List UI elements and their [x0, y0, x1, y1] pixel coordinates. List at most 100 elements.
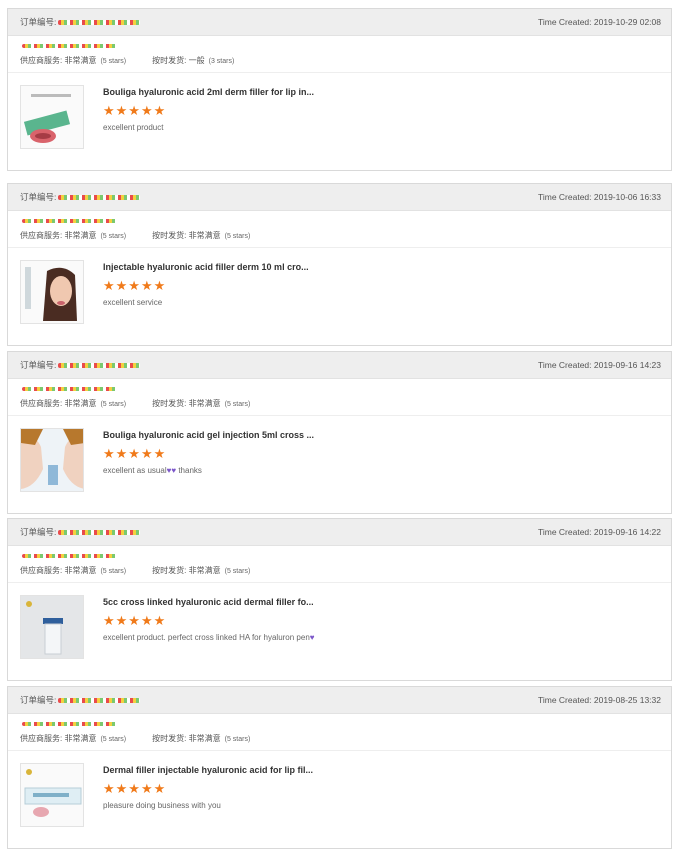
time-created: Time Created: 2019-10-29 02:08 [537, 17, 661, 27]
time-created: Time Created: 2019-09-16 14:22 [537, 527, 661, 537]
product-thumbnail[interactable] [20, 428, 84, 492]
supplier-service-label: 供应商服务: [20, 231, 63, 240]
shipping-label: 按时发货: [152, 399, 187, 408]
supplier-service-rating: 非常满意 [64, 231, 97, 240]
supplier-stars-note: (5 stars) [100, 736, 127, 743]
purple-heart-icon: ♥♥ [166, 466, 177, 475]
shipping-label: 按时发货: [152, 734, 187, 743]
supplier-stars-note: (5 stars) [100, 233, 127, 240]
shipping-label: 按时发货: [152, 566, 187, 575]
shipping-label: 按时发货: [152, 56, 187, 65]
masked-buyer-name [22, 219, 118, 223]
seller-rating-row: 供应商服务: 非常满意 (5 stars) 按时发货: 一般 (3 stars) [8, 36, 671, 73]
seller-rating-row: 供应商服务: 非常满意 (5 stars) 按时发货: 非常满意 (5 stars) [8, 211, 671, 248]
order-item: Bouliga hyaluronic acid 2ml derm filler … [8, 73, 671, 161]
product-title[interactable]: Dermal filler injectable hyaluronic acid… [103, 765, 313, 775]
order-header: 订单编号: Time Created: 2019-09-16 14:22 [8, 519, 671, 546]
face-injection-icon [25, 267, 77, 321]
supplier-stars-note: (5 stars) [100, 401, 127, 408]
order-card: 订单编号: Time Created: 2019-08-25 13:32 供应商… [7, 686, 672, 849]
masked-buyer-name [22, 554, 118, 558]
rating-stars: ★★★★★ [103, 103, 167, 118]
two-faces-icon [21, 429, 83, 491]
order-card: 订单编号: Time Created: 2019-10-06 16:33 供应商… [7, 183, 672, 346]
product-title[interactable]: Bouliga hyaluronic acid 2ml derm filler … [103, 87, 314, 97]
rating-stars: ★★★★★ [103, 781, 167, 796]
shipping-stars-note: (3 stars) [208, 58, 235, 65]
product-thumbnail[interactable] [20, 763, 84, 827]
review-comment: excellent service [103, 298, 163, 307]
time-created: Time Created: 2019-09-16 14:23 [537, 360, 661, 370]
review-comment-text: excellent product. perfect cross linked … [103, 633, 310, 642]
shipping-stars-note: (5 stars) [224, 233, 251, 240]
shipping-stars-note: (5 stars) [224, 568, 251, 575]
supplier-service-rating: 非常满意 [64, 56, 97, 65]
order-card: 订单编号: Time Created: 2019-09-16 14:23 供应商… [7, 351, 672, 514]
masked-buyer-name [22, 387, 118, 391]
shipping-rating: 一般 [188, 56, 205, 65]
review-comment: excellent as usual♥♥ thanks [103, 466, 202, 475]
supplier-service-rating: 非常满意 [64, 399, 97, 408]
supplier-service-rating: 非常满意 [64, 566, 97, 575]
product-title[interactable]: Injectable hyaluronic acid filler derm 1… [103, 262, 309, 272]
product-thumbnail[interactable] [20, 260, 84, 324]
order-header: 订单编号: Time Created: 2019-10-06 16:33 [8, 184, 671, 211]
rating-stars: ★★★★★ [103, 278, 167, 293]
review-comment: pleasure doing business with you [103, 801, 221, 810]
product-title[interactable]: 5cc cross linked hyaluronic acid dermal … [103, 597, 314, 607]
order-number-label: 订单编号: [20, 527, 57, 537]
syringe-box-icon [23, 94, 71, 143]
product-title[interactable]: Bouliga hyaluronic acid gel injection 5m… [103, 430, 314, 440]
masked-order-number [58, 697, 141, 703]
order-item: Bouliga hyaluronic acid gel injection 5m… [8, 416, 671, 504]
order-header: 订单编号: Time Created: 2019-08-25 13:32 [8, 687, 671, 714]
shipping-stars-note: (5 stars) [224, 736, 251, 743]
order-card: 订单编号: Time Created: 2019-10-29 02:08 供应商… [7, 8, 672, 171]
order-header: 订单编号: Time Created: 2019-09-16 14:23 [8, 352, 671, 379]
masked-buyer-name [22, 44, 118, 48]
seller-rating-row: 供应商服务: 非常满意 (5 stars) 按时发货: 非常满意 (5 stars) [8, 546, 671, 583]
order-number-label: 订单编号: [20, 695, 57, 705]
order-number-label: 订单编号: [20, 192, 57, 202]
order-item: 5cc cross linked hyaluronic acid dermal … [8, 583, 671, 671]
purple-heart-icon: ♥ [309, 633, 315, 642]
review-comment-text: excellent as usual [103, 466, 167, 475]
supplier-service-label: 供应商服务: [20, 56, 63, 65]
review-comment: excellent product [103, 123, 164, 132]
order-number-label: 订单编号: [20, 360, 57, 370]
order-card: 订单编号: Time Created: 2019-09-16 14:22 供应商… [7, 518, 672, 681]
masked-buyer-name [22, 722, 118, 726]
supplier-service-label: 供应商服务: [20, 399, 63, 408]
shipping-rating: 非常满意 [188, 734, 221, 743]
shipping-stars-note: (5 stars) [224, 401, 251, 408]
product-thumbnail[interactable] [20, 85, 84, 149]
masked-order-number [58, 529, 141, 535]
order-number-label: 订单编号: [20, 17, 57, 27]
masked-order-number [58, 19, 141, 25]
order-item: Injectable hyaluronic acid filler derm 1… [8, 248, 671, 336]
vial-icon [21, 596, 83, 658]
shipping-rating: 非常满意 [188, 231, 221, 240]
seller-rating-row: 供应商服务: 非常满意 (5 stars) 按时发货: 非常满意 (5 stars) [8, 379, 671, 416]
order-header: 订单编号: Time Created: 2019-10-29 02:08 [8, 9, 671, 36]
shipping-label: 按时发货: [152, 231, 187, 240]
masked-order-number [58, 362, 141, 368]
time-created: Time Created: 2019-08-25 13:32 [537, 695, 661, 705]
time-created: Time Created: 2019-10-06 16:33 [537, 192, 661, 202]
rating-stars: ★★★★★ [103, 613, 167, 628]
supplier-stars-note: (5 stars) [100, 568, 127, 575]
shipping-rating: 非常满意 [188, 399, 221, 408]
supplier-service-rating: 非常满意 [64, 734, 97, 743]
shipping-rating: 非常满意 [188, 566, 221, 575]
syringe-package-icon [24, 769, 82, 817]
masked-order-number [58, 194, 141, 200]
product-thumbnail[interactable] [20, 595, 84, 659]
supplier-service-label: 供应商服务: [20, 734, 63, 743]
rating-stars: ★★★★★ [103, 446, 167, 461]
supplier-stars-note: (5 stars) [100, 58, 127, 65]
seller-rating-row: 供应商服务: 非常满意 (5 stars) 按时发货: 非常满意 (5 stars) [8, 714, 671, 751]
supplier-service-label: 供应商服务: [20, 566, 63, 575]
order-item: Dermal filler injectable hyaluronic acid… [8, 751, 671, 839]
review-comment-suffix: thanks [176, 466, 202, 475]
review-comment: excellent product. perfect cross linked … [103, 633, 315, 642]
